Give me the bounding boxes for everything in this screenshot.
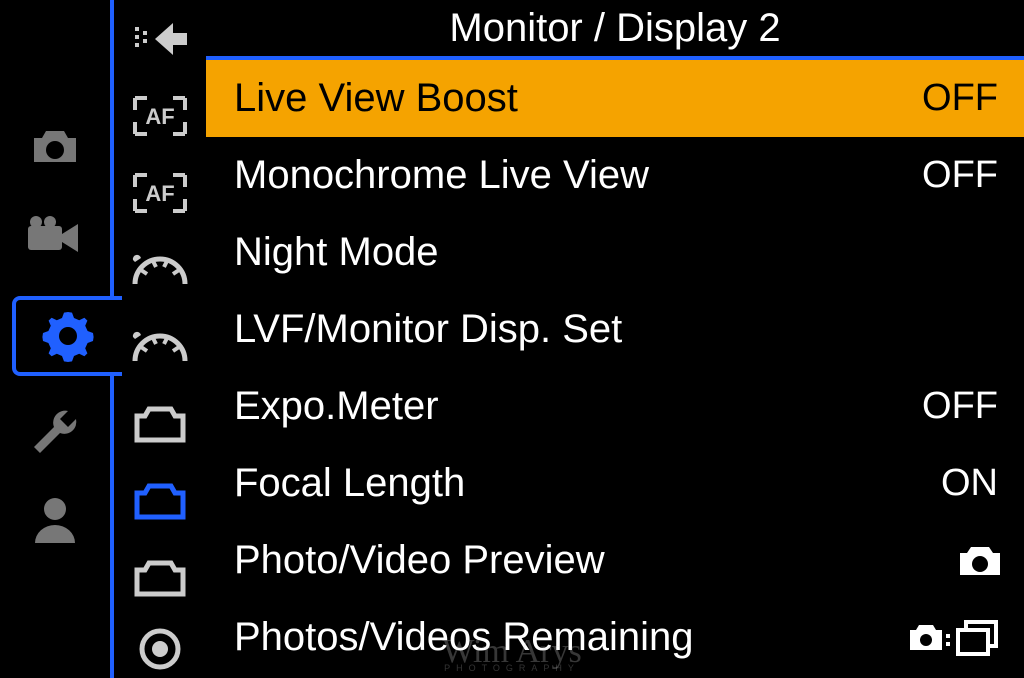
sub-monitor2[interactable] (126, 471, 194, 530)
dial-icon (129, 327, 191, 367)
video-camera-icon (26, 216, 84, 256)
sub-lens[interactable] (126, 619, 194, 678)
main-tab-person[interactable] (25, 490, 85, 550)
sub-dial1[interactable] (126, 241, 194, 300)
af-bracket-icon: AF (131, 94, 189, 138)
menu-label: Live View Boost (234, 76, 922, 121)
menu-list: Live View Boost OFF Monochrome Live View… (206, 60, 1024, 678)
back-arrow-icon (131, 19, 189, 59)
sub-monitor3[interactable] (126, 548, 194, 607)
person-icon (30, 495, 80, 545)
menu-label: Night Mode (234, 230, 1004, 275)
svg-text:AF: AF (145, 104, 174, 129)
main-tab-wrench[interactable] (25, 402, 85, 462)
monitor-outline-icon (131, 479, 189, 523)
camera-menu-screen: AF AF (0, 0, 1024, 678)
sub-monitor1[interactable] (126, 394, 194, 453)
sub-af2[interactable]: AF (126, 164, 194, 223)
menu-item-live-view-boost[interactable]: Live View Boost OFF (206, 60, 1024, 137)
camera-stack-icon (908, 616, 1004, 660)
menu-item-photo-video-preview[interactable]: Photo/Video Preview (206, 522, 1024, 599)
menu-label: Focal Length (234, 461, 941, 506)
af-bracket-icon: AF (131, 171, 189, 215)
main-tab-gear-placeholder (25, 294, 85, 374)
sub-back-arrow[interactable] (126, 10, 194, 69)
menu-item-monochrome-live-view[interactable]: Monochrome Live View OFF (206, 137, 1024, 214)
camera-icon (956, 542, 1004, 580)
header-bar: Monitor / Display 2 (206, 0, 1024, 60)
monitor-outline-icon (131, 556, 189, 600)
menu-value-icon-camera (956, 542, 1004, 580)
lens-icon (136, 625, 184, 673)
menu-item-night-mode[interactable]: Night Mode (206, 214, 1024, 291)
menu-item-lvf-monitor-disp-set[interactable]: LVF/Monitor Disp. Set (206, 291, 1024, 368)
main-tab-video[interactable] (25, 206, 85, 266)
menu-item-expo-meter[interactable]: Expo.Meter OFF (206, 368, 1024, 445)
camera-icon (28, 126, 82, 170)
menu-label: Photos/Videos Remaining (234, 615, 908, 660)
monitor-outline-icon (131, 402, 189, 446)
menu-label: LVF/Monitor Disp. Set (234, 307, 1004, 352)
sub-dial2[interactable] (126, 318, 194, 377)
main-tab-column (0, 0, 110, 678)
main-tab-camera[interactable] (25, 118, 85, 178)
sub-af1[interactable]: AF (126, 87, 194, 146)
menu-label: Monochrome Live View (234, 153, 922, 198)
content-pane: Monitor / Display 2 Live View Boost OFF … (206, 0, 1024, 678)
dial-icon (129, 250, 191, 290)
menu-value: ON (941, 462, 998, 505)
menu-label: Expo.Meter (234, 384, 922, 429)
menu-label: Photo/Video Preview (234, 538, 956, 583)
wrench-icon (28, 405, 82, 459)
menu-value: OFF (922, 154, 998, 197)
menu-value: OFF (922, 77, 998, 120)
menu-item-focal-length[interactable]: Focal Length ON (206, 445, 1024, 522)
sub-icon-column: AF AF (110, 0, 206, 678)
svg-text:AF: AF (145, 181, 174, 206)
menu-value: OFF (922, 385, 998, 428)
menu-item-photos-videos-remaining[interactable]: Photos/Videos Remaining (206, 599, 1024, 676)
menu-value-icon-camera-stack (908, 616, 1004, 660)
page-title: Monitor / Display 2 (449, 6, 780, 51)
